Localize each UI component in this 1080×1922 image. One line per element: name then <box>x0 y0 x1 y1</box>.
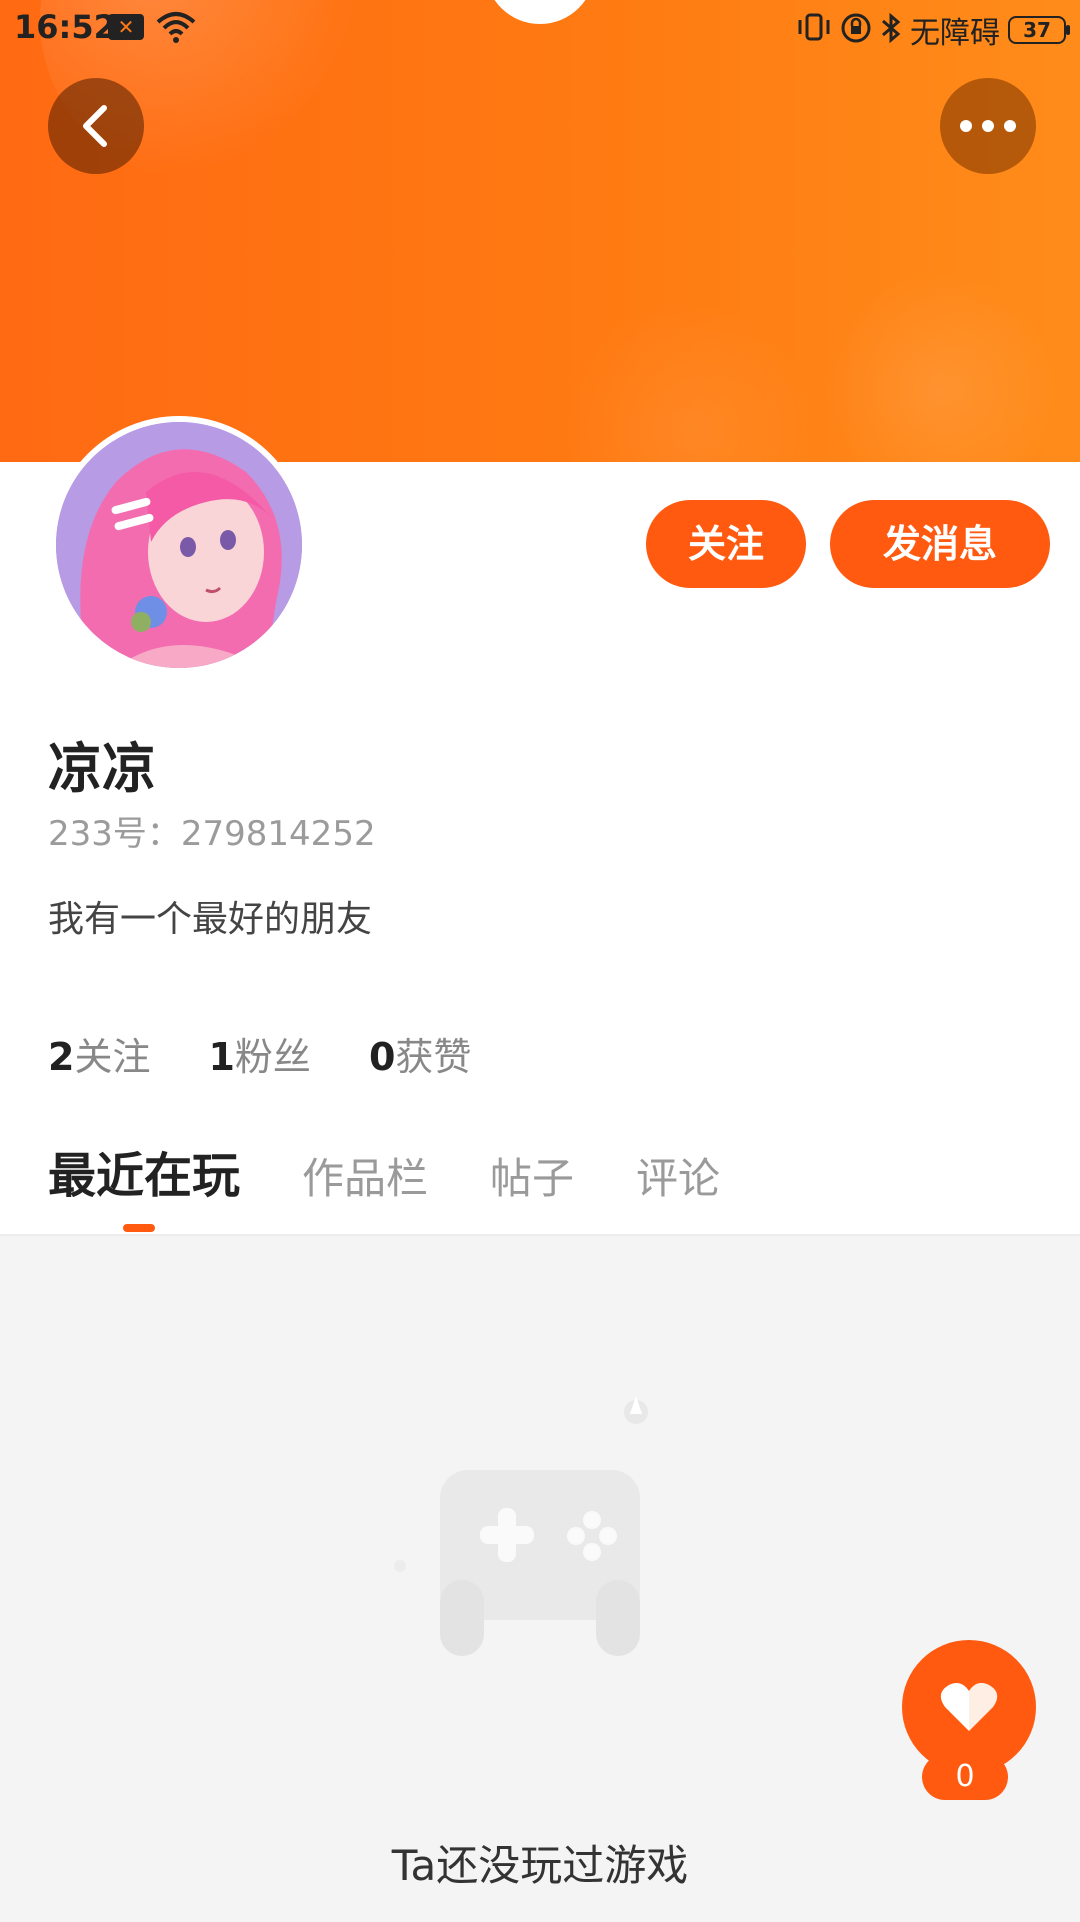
stat-likes-count: 0 <box>368 1035 396 1079</box>
avatar[interactable] <box>50 416 308 674</box>
sim-icon: ✕ <box>108 14 144 40</box>
stat-likes-label: 获赞 <box>395 1035 472 1079</box>
heart-icon <box>940 1683 998 1731</box>
profile-bio: 我有一个最好的朋友 <box>48 899 373 940</box>
more-dots-icon <box>960 120 1016 132</box>
profile-name: 凉凉 <box>48 737 156 800</box>
status-bar: 16:52 ✕ 无障碍 37 <box>0 0 1080 56</box>
profile-stats: 2关注 1粉丝 0获赞 <box>48 1026 471 1081</box>
empty-state-message: Ta还没玩过游戏 <box>391 1841 689 1890</box>
wifi-icon <box>156 10 196 48</box>
stat-likes[interactable]: 0获赞 <box>369 1026 471 1081</box>
gamepad-icon <box>380 1390 700 1670</box>
tab-indicator <box>123 1224 155 1232</box>
lock-rotation-icon <box>840 12 872 48</box>
follow-button[interactable]: 关注 <box>646 500 806 588</box>
stat-followers[interactable]: 1粉丝 <box>208 1026 310 1081</box>
tab-posts[interactable]: 帖子 <box>490 1145 574 1206</box>
more-options-button[interactable] <box>940 78 1036 174</box>
banner-decoration <box>820 270 1060 462</box>
bluetooth-icon <box>880 12 902 48</box>
tab-comments[interactable]: 评论 <box>636 1145 720 1206</box>
status-right: 无障碍 37 <box>796 8 1070 52</box>
tab-works[interactable]: 作品栏 <box>302 1145 428 1206</box>
stat-following-label: 关注 <box>74 1035 151 1079</box>
accessibility-label: 无障碍 <box>910 16 1000 51</box>
back-button[interactable] <box>48 78 144 174</box>
stat-followers-label: 粉丝 <box>234 1035 311 1079</box>
chevron-left-icon <box>83 105 107 147</box>
vibrate-icon <box>796 12 832 48</box>
stat-following-count: 2 <box>48 1035 75 1079</box>
avatar-image <box>56 422 302 668</box>
battery-icon: 37 <box>1008 16 1070 44</box>
tab-recently-played[interactable]: 最近在玩 <box>48 1136 240 1206</box>
stat-followers-count: 1 <box>208 1035 235 1079</box>
like-count-badge: 0 <box>922 1754 1008 1800</box>
send-message-button[interactable]: 发消息 <box>830 500 1050 588</box>
profile-banner <box>0 0 1080 462</box>
banner-decoration <box>560 300 820 462</box>
profile-tabs: 最近在玩 作品栏 帖子 评论 <box>48 1136 720 1206</box>
status-time: 16:52 <box>14 8 116 46</box>
profile-id: 233号：279814252 <box>48 814 376 854</box>
stat-following[interactable]: 2关注 <box>48 1026 150 1081</box>
